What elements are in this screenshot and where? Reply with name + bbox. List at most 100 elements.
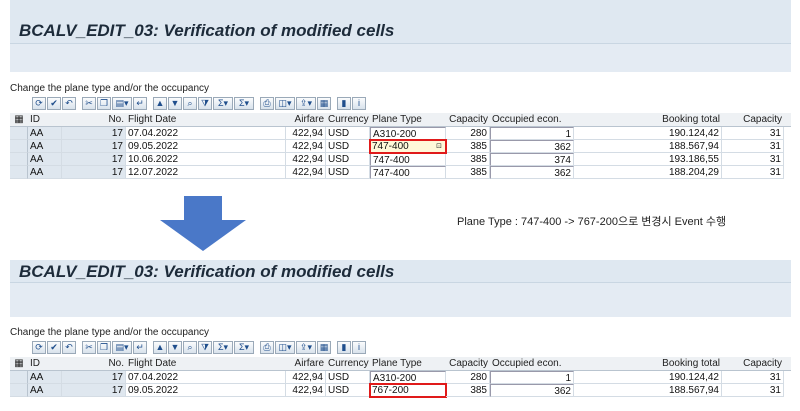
paste-icon[interactable]: ▤▾ <box>112 341 132 354</box>
cell-id: AA <box>28 166 62 179</box>
col-header[interactable]: Flight Date <box>126 357 286 370</box>
col-header[interactable]: Occupied econ. <box>490 113 574 126</box>
cell-occupied[interactable]: 1 <box>490 127 574 140</box>
cell-no: 17 <box>62 371 126 384</box>
row-selector[interactable] <box>10 371 28 384</box>
col-header[interactable]: Airfare <box>286 357 326 370</box>
cut-icon[interactable]: ✂ <box>82 97 96 110</box>
col-header[interactable]: Capacity <box>722 357 784 370</box>
find-icon[interactable]: ⌕ <box>183 97 197 110</box>
cell-plane-type[interactable]: A310-200 <box>370 127 446 140</box>
title-bar: BCALV_EDIT_03: Verification of modified … <box>10 260 791 283</box>
cell-capacity2: 31 <box>722 153 784 166</box>
table-row[interactable]: AA 17 07.04.2022 422,94 USD A310-200 280… <box>10 127 791 140</box>
insert-row-icon[interactable]: ↵ <box>133 341 147 354</box>
col-header[interactable]: Capacity <box>722 113 784 126</box>
info-icon[interactable]: i <box>352 97 366 110</box>
col-header[interactable]: Booking total <box>574 357 722 370</box>
col-header[interactable]: Plane Type <box>370 113 446 126</box>
col-header[interactable]: Capacity <box>446 113 490 126</box>
cell-currency: USD <box>326 127 370 140</box>
col-header[interactable]: ID <box>28 113 62 126</box>
cell-occupied[interactable]: 362 <box>490 140 574 153</box>
sum-icon[interactable]: Σ▾ <box>213 97 233 110</box>
sum-icon[interactable]: Σ▾ <box>213 341 233 354</box>
sort-desc-icon[interactable]: ▼ <box>168 97 182 110</box>
graphic-icon[interactable]: ▮ <box>337 341 351 354</box>
row-selector[interactable] <box>10 153 28 166</box>
sort-asc-icon[interactable]: ▲ <box>153 341 167 354</box>
row-selector[interactable] <box>10 384 28 397</box>
view-icon[interactable]: ◫▾ <box>275 341 295 354</box>
cell-plane-type[interactable]: 747-400 <box>370 166 446 179</box>
col-header[interactable]: Capacity <box>446 357 490 370</box>
cell-occupied[interactable]: 362 <box>490 384 574 397</box>
layout-icon[interactable]: ▦ <box>317 97 331 110</box>
table-row[interactable]: AA 17 10.06.2022 422,94 USD 747-400 385 … <box>10 153 791 166</box>
cell-date: 09.05.2022 <box>126 140 286 153</box>
cell-capacity2: 31 <box>722 371 784 384</box>
layout-icon[interactable]: ▦ <box>317 341 331 354</box>
col-header[interactable]: No. <box>62 113 126 126</box>
cut-icon[interactable]: ✂ <box>82 341 96 354</box>
sort-asc-icon[interactable]: ▲ <box>153 97 167 110</box>
col-header[interactable]: Flight Date <box>126 113 286 126</box>
print-icon[interactable]: ⎙ <box>260 97 274 110</box>
sort-desc-icon[interactable]: ▼ <box>168 341 182 354</box>
info-icon[interactable]: i <box>352 341 366 354</box>
col-header[interactable]: No. <box>62 357 126 370</box>
undo-icon[interactable]: ↶ <box>62 341 76 354</box>
cell-no: 17 <box>62 166 126 179</box>
cell-booking: 188.567,94 <box>574 140 722 153</box>
copy-icon[interactable]: ❐ <box>97 341 111 354</box>
export-icon[interactable]: ⇪▾ <box>296 97 316 110</box>
export-icon[interactable]: ⇪▾ <box>296 341 316 354</box>
check-icon[interactable]: ✔ <box>47 341 61 354</box>
view-icon[interactable]: ◫▾ <box>275 97 295 110</box>
cell-airfare: 422,94 <box>286 166 326 179</box>
undo-icon[interactable]: ↶ <box>62 97 76 110</box>
col-header[interactable]: Booking total <box>574 113 722 126</box>
col-header[interactable]: Occupied econ. <box>490 357 574 370</box>
print-icon[interactable]: ⎙ <box>260 341 274 354</box>
filter-icon[interactable]: ⧩ <box>198 341 212 354</box>
table-row[interactable]: AA 17 12.07.2022 422,94 USD 747-400 385 … <box>10 166 791 179</box>
subtotal-icon[interactable]: Σ▾ <box>234 97 254 110</box>
select-all-icon[interactable]: ▦ <box>10 113 28 126</box>
cell-date: 12.07.2022 <box>126 166 286 179</box>
select-all-icon[interactable]: ▦ <box>10 357 28 370</box>
subtotal-icon[interactable]: Σ▾ <box>234 341 254 354</box>
cell-plane-type[interactable]: 747-400 <box>370 153 446 166</box>
page-title: BCALV_EDIT_03: Verification of modified … <box>19 262 395 281</box>
table-row[interactable]: AA 17 07.04.2022 422,94 USD A310-200 280… <box>10 371 791 384</box>
find-icon[interactable]: ⌕ <box>183 341 197 354</box>
cell-capacity: 280 <box>446 371 490 384</box>
col-header[interactable]: ID <box>28 357 62 370</box>
cell-capacity2: 31 <box>722 166 784 179</box>
cell-plane-type-changed[interactable]: 767-200 <box>369 383 447 398</box>
cell-occupied[interactable]: 362 <box>490 166 574 179</box>
check-icon[interactable]: ✔ <box>47 97 61 110</box>
paste-icon[interactable]: ▤▾ <box>112 97 132 110</box>
col-header[interactable]: Plane Type <box>370 357 446 370</box>
col-header[interactable]: Currency <box>326 113 370 126</box>
graphic-icon[interactable]: ▮ <box>337 97 351 110</box>
copy-icon[interactable]: ❐ <box>97 97 111 110</box>
cell-occupied[interactable]: 374 <box>490 153 574 166</box>
table-row[interactable]: AA 17 09.05.2022 422,94 USD 767-200 385 … <box>10 383 791 398</box>
col-header[interactable]: Currency <box>326 357 370 370</box>
cell-occupied[interactable]: 1 <box>490 371 574 384</box>
row-selector[interactable] <box>10 166 28 179</box>
col-header[interactable]: Airfare <box>286 113 326 126</box>
row-selector[interactable] <box>10 127 28 140</box>
f4-help-icon[interactable]: ⊡ <box>436 140 442 152</box>
insert-row-icon[interactable]: ↵ <box>133 97 147 110</box>
cell-plane-type[interactable]: A310-200 <box>370 371 446 384</box>
row-selector[interactable] <box>10 140 28 153</box>
cell-plane-type-active[interactable]: 747-400 ⊡ <box>369 139 447 154</box>
filter-icon[interactable]: ⧩ <box>198 97 212 110</box>
refresh-icon[interactable]: ⟳ <box>32 341 46 354</box>
table-row[interactable]: AA 17 09.05.2022 422,94 USD 747-400 ⊡ 385… <box>10 139 791 154</box>
refresh-icon[interactable]: ⟳ <box>32 97 46 110</box>
cell-no: 17 <box>62 153 126 166</box>
